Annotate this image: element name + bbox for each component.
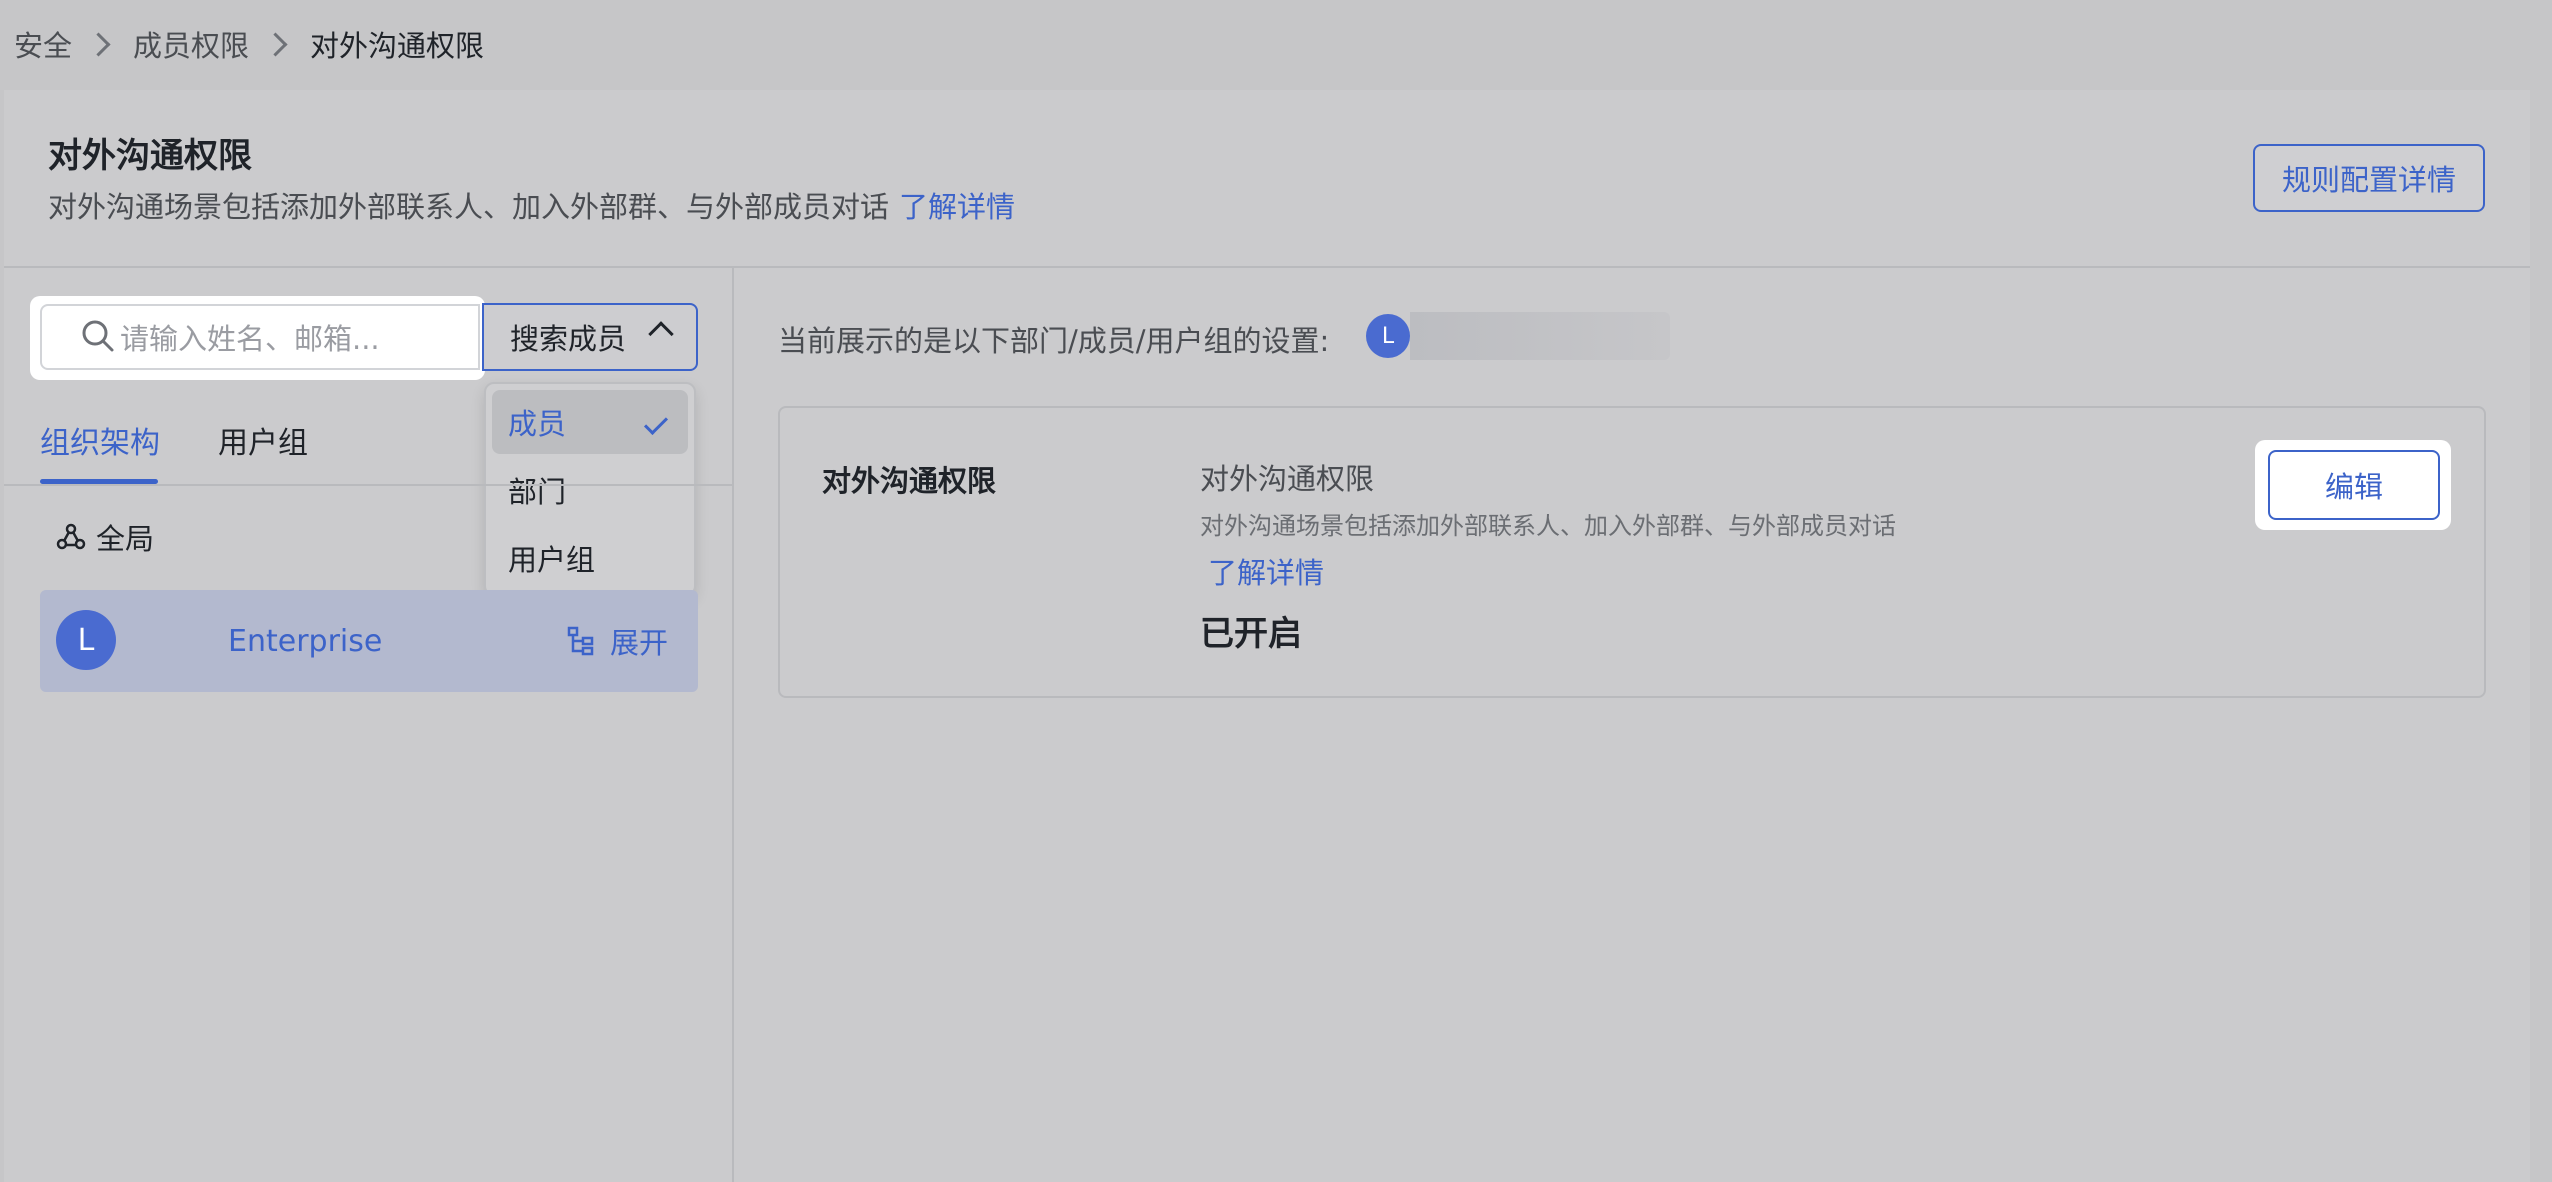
status-badge: 已开启	[1200, 614, 1302, 654]
expand-label: 展开	[610, 626, 669, 660]
tree-item-enterprise-label: Enterprise	[228, 624, 383, 659]
current-target-avatar: L	[1366, 314, 1410, 358]
avatar: L	[56, 610, 116, 670]
edit-button[interactable]: 编辑	[2268, 450, 2440, 520]
rule-config-button[interactable]: 规则配置详情	[2253, 144, 2485, 212]
permission-card	[778, 406, 2486, 698]
current-target-redacted	[1410, 312, 1670, 360]
tree-item-global[interactable]: 全局	[56, 516, 154, 558]
page-title: 对外沟通权限	[48, 136, 252, 176]
breadcrumb-item-member-permissions[interactable]: 成员权限	[133, 23, 249, 65]
breadcrumb-item-current: 对外沟通权限	[310, 29, 485, 63]
chevron-right-icon	[263, 31, 288, 57]
pane-divider	[732, 268, 734, 1182]
breadcrumb: 安全 成员权限 对外沟通权限	[14, 22, 484, 66]
search-icon	[82, 320, 114, 352]
active-tab-indicator	[40, 479, 158, 484]
global-org-icon	[56, 523, 86, 550]
org-tree-icon	[567, 626, 594, 656]
breadcrumb-item-security[interactable]: 安全	[14, 23, 72, 65]
permission-description: 对外沟通场景包括添加外部联系人、加入外部群、与外部成员对话	[1200, 512, 1896, 540]
permission-name: 对外沟通权限	[1200, 462, 1375, 496]
tab-user-group[interactable]: 用户组	[218, 418, 308, 462]
expand-button[interactable]: 展开	[566, 620, 668, 662]
header-divider	[4, 266, 2530, 268]
permission-card-title: 对外沟通权限	[822, 464, 997, 498]
tab-org-structure[interactable]: 组织架构	[40, 418, 160, 462]
dropdown-option-department[interactable]: 部门	[492, 458, 688, 522]
permission-learn-more-link[interactable]: 了解详情	[1208, 550, 1324, 592]
page-description-text: 对外沟通场景包括添加外部联系人、加入外部群、与外部成员对话	[48, 190, 890, 224]
learn-more-link[interactable]: 了解详情	[899, 190, 1015, 224]
chevron-right-icon	[86, 31, 111, 57]
tree-item-global-label: 全局	[96, 522, 155, 556]
current-setting-label: 当前展示的是以下部门/成员/用户组的设置:	[778, 324, 1330, 358]
page-description: 对外沟通场景包括添加外部联系人、加入外部群、与外部成员对话 了解详情	[48, 184, 1015, 226]
tab-divider	[4, 484, 732, 486]
dropdown-option-user-group[interactable]: 用户组	[492, 526, 688, 590]
